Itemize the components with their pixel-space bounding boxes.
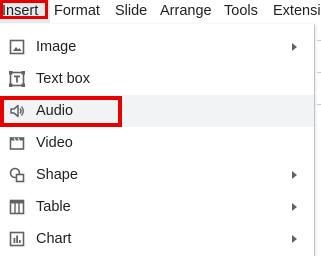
ruler-mark	[317, 104, 321, 105]
menu-arrange[interactable]: Arrange	[160, 0, 212, 23]
menu-item-label: Video	[36, 135, 73, 151]
menu-item-label: Chart	[36, 231, 72, 247]
table-icon	[9, 199, 25, 215]
menu-item-label: Image	[36, 39, 77, 55]
image-icon	[9, 39, 25, 55]
ruler-mark	[317, 40, 321, 41]
menu-item-chart[interactable]: Chart	[0, 223, 314, 255]
ruler-mark	[317, 72, 321, 73]
menu-bar: Insert Format Slide Arrange Tools Extens…	[0, 0, 321, 24]
audio-icon	[9, 103, 25, 119]
menu-extensions[interactable]: Extensi	[273, 0, 321, 23]
menu-item-label: Audio	[36, 103, 74, 119]
menu-item-image[interactable]: Image	[0, 31, 314, 63]
chart-icon	[9, 231, 25, 247]
slides-window: Insert Format Slide Arrange Tools Extens…	[0, 0, 321, 256]
text-box-icon	[9, 71, 25, 87]
submenu-arrow-icon	[292, 43, 297, 51]
menu-item-audio[interactable]: Audio	[0, 95, 314, 127]
menu-item-shape[interactable]: Shape	[0, 159, 314, 191]
menu-item-video[interactable]: Video	[0, 127, 314, 159]
insert-menu: Image Text box Audio Video Shape Table C…	[0, 24, 314, 256]
menu-tools[interactable]: Tools	[224, 0, 258, 23]
menu-item-text-box[interactable]: Text box	[0, 63, 314, 95]
shape-icon	[9, 167, 25, 183]
submenu-arrow-icon	[292, 171, 297, 179]
menu-slide[interactable]: Slide	[115, 0, 147, 23]
submenu-arrow-icon	[292, 203, 297, 211]
submenu-arrow-icon	[292, 235, 297, 243]
menu-item-table[interactable]: Table	[0, 191, 314, 223]
menu-item-label: Table	[36, 199, 71, 215]
video-icon	[9, 135, 25, 151]
menu-insert[interactable]: Insert	[0, 0, 50, 23]
menu-format[interactable]: Format	[54, 0, 100, 23]
menu-item-label: Text box	[36, 71, 90, 87]
document-edge	[314, 24, 321, 256]
menu-item-label: Shape	[36, 167, 78, 183]
